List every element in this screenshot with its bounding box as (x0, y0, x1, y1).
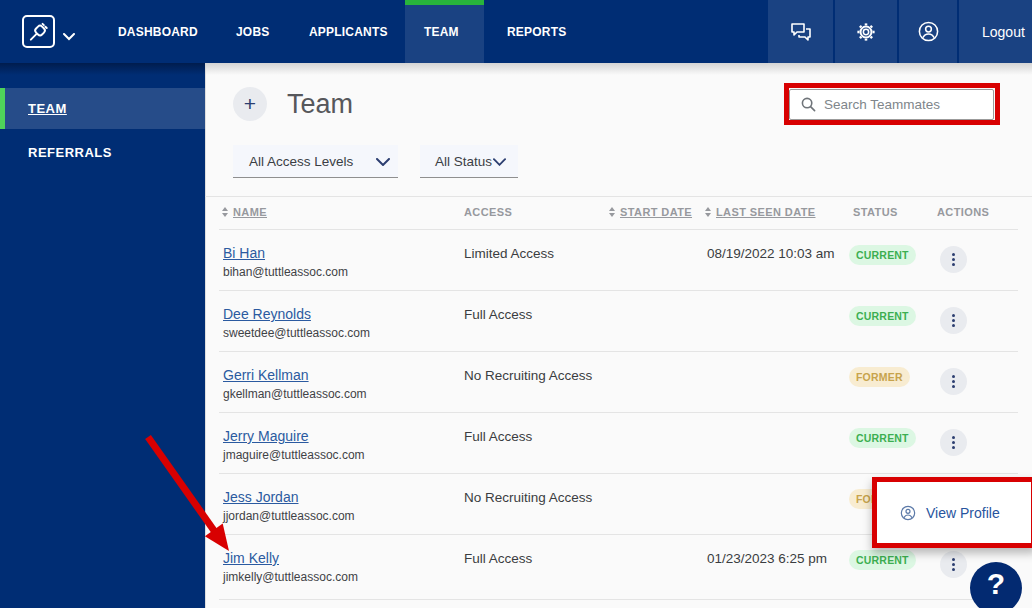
teammate-last-seen: 08/19/2022 10:03 am (707, 246, 835, 261)
column-label: ACCESS (464, 206, 512, 218)
logout-button[interactable]: Logout (982, 0, 1025, 63)
table-row-jerry-maguire: Jerry Maguire jmaguire@tuttleassoc.com Ful… (205, 413, 1032, 474)
view-profile-label: View Profile (926, 505, 1000, 521)
teammate-last-seen: 01/23/2023 6:25 pm (707, 551, 827, 566)
teammate-email: jmaguire@tuttleassoc.com (223, 448, 365, 462)
teammate-name-link[interactable]: Jess Jordan (223, 489, 298, 505)
header-shadow (205, 63, 1032, 75)
sidebar-item-referrals[interactable]: REFERRALS (0, 140, 205, 164)
teammate-name-link[interactable]: Jerry Maguire (223, 428, 309, 444)
app-logo[interactable] (22, 15, 55, 48)
messages-button[interactable] (768, 0, 833, 63)
nav-item-applicants[interactable]: APPLICANTS (309, 0, 388, 63)
teammate-access: Full Access (464, 429, 532, 444)
column-label: ACTIONS (937, 206, 989, 218)
sort-icon[interactable] (609, 207, 615, 217)
teammate-email: sweetdee@tuttleassoc.com (223, 326, 370, 340)
teammate-email: jimkelly@tuttleassoc.com (223, 570, 358, 584)
sidebar-active-indicator (0, 88, 5, 129)
plug-logo-icon (27, 20, 50, 43)
table-row-gerri-kellman: Gerri Kellman gkellman@tuttleassoc.com No … (205, 352, 1032, 413)
row-actions-button[interactable] (940, 429, 967, 456)
settings-button[interactable] (835, 0, 897, 63)
access-level-filter[interactable]: All Access Levels (233, 145, 398, 178)
column-label: NAME (233, 206, 267, 218)
sort-icon[interactable] (705, 207, 711, 217)
column-header-actions: ACTIONS (937, 204, 989, 220)
help-button[interactable]: ? (970, 562, 1022, 608)
row-actions-button[interactable] (940, 551, 967, 578)
teammate-access: Full Access (464, 307, 532, 322)
status-filter-label: All Status (435, 154, 492, 169)
column-header-access: ACCESS (464, 204, 512, 220)
sort-icon[interactable] (222, 207, 228, 217)
teammate-name-link[interactable]: Jim Kelly (223, 550, 279, 566)
row-actions-button[interactable] (940, 368, 967, 395)
account-icon (917, 20, 940, 43)
status-badge: CURRENT (849, 428, 916, 448)
column-header-last-seen-date[interactable]: LAST SEEN DATE (705, 204, 816, 220)
column-label: START DATE (620, 206, 692, 218)
sidebar-item-team[interactable]: TEAM (0, 88, 205, 129)
status-badge: CURRENT (849, 245, 916, 265)
account-button[interactable] (899, 0, 957, 63)
status-badge: FORMER (849, 367, 910, 387)
teammate-email: gkellman@tuttleassoc.com (223, 387, 367, 401)
sidebar-scrollbar[interactable] (0, 63, 205, 75)
search-icon (801, 97, 816, 112)
status-badge: CURRENT (849, 550, 916, 570)
teammate-name-link[interactable]: Gerri Kellman (223, 367, 309, 383)
messages-icon (790, 23, 812, 41)
view-profile-popup[interactable]: View Profile (872, 477, 1032, 548)
settings-icon (855, 21, 877, 43)
column-header-status: STATUS (853, 204, 898, 220)
teammate-name-link[interactable]: Bi Han (223, 245, 265, 261)
sidebar: TEAM REFERRALS (0, 63, 205, 608)
teammate-access: Full Access (464, 551, 532, 566)
chevron-down-icon (493, 158, 506, 166)
teammate-access: No Recruiting Access (464, 368, 592, 383)
access-filter-label: All Access Levels (249, 154, 353, 169)
status-filter[interactable]: All Status (420, 145, 518, 178)
table-row-bi-han: Bi Han bihan@tuttleassoc.com Limited Acces… (205, 230, 1032, 291)
nav-item-jobs[interactable]: JOBS (236, 0, 269, 63)
search-box[interactable] (789, 89, 994, 120)
table-top-border (205, 196, 1032, 197)
row-actions-button[interactable] (940, 307, 967, 334)
row-actions-button[interactable] (940, 246, 967, 273)
chevron-down-icon (376, 158, 390, 166)
table-header-border (219, 229, 1018, 230)
top-nav: DASHBOARD JOBS APPLICANTS TEAM REPORTS (0, 0, 1032, 63)
status-badge: CURRENT (849, 306, 916, 326)
teammate-email: bihan@tuttleassoc.com (223, 265, 348, 279)
nav-item-team[interactable]: TEAM (424, 0, 459, 63)
nav-item-dashboard[interactable]: DASHBOARD (118, 0, 198, 63)
nav-item-reports[interactable]: REPORTS (507, 0, 566, 63)
column-label: LAST SEEN DATE (716, 206, 816, 218)
teammate-access: No Recruiting Access (464, 490, 592, 505)
column-label: STATUS (853, 206, 898, 218)
teammate-email: jjordan@tuttleassoc.com (223, 509, 355, 523)
profile-icon (900, 505, 916, 521)
teammate-name-link[interactable]: Dee Reynolds (223, 306, 311, 322)
table-row-dee-reynolds: Dee Reynolds sweetdee@tuttleassoc.com Full… (205, 291, 1032, 352)
search-input[interactable] (824, 97, 984, 112)
add-teammate-button[interactable]: + (233, 87, 267, 121)
brand-chevron-down-icon[interactable] (63, 27, 75, 45)
column-header-name[interactable]: NAME (222, 204, 267, 220)
teammate-access: Limited Access (464, 246, 554, 261)
column-header-start-date[interactable]: START DATE (609, 204, 692, 220)
row-separator (219, 599, 1018, 600)
page-title: Team (287, 87, 353, 121)
